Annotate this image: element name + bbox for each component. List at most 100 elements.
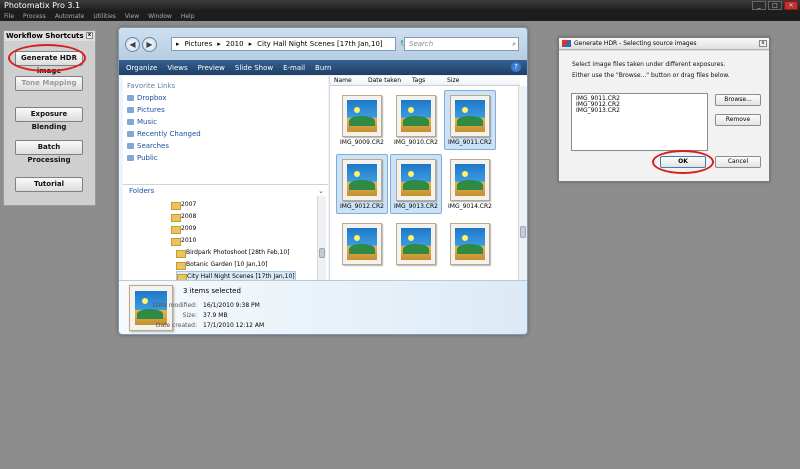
help-icon[interactable]: ? (511, 62, 521, 72)
close-icon[interactable]: x (86, 32, 93, 39)
link-dropbox[interactable]: Dropbox (123, 92, 328, 104)
hill-shape (457, 116, 483, 126)
image-preview (347, 164, 377, 196)
file-tile[interactable] (390, 218, 442, 278)
image-icon (396, 159, 436, 201)
image-icon (396, 95, 436, 137)
tone-mapping-button[interactable]: Tone Mapping (15, 76, 83, 91)
generate-hdr-button[interactable]: Generate HDR image (15, 51, 83, 75)
tree-scroll-thumb[interactable] (319, 248, 325, 258)
search-icon[interactable]: ⌕ (512, 38, 516, 50)
forward-icon[interactable]: ▶ (142, 37, 157, 52)
file-tile[interactable] (444, 218, 496, 278)
col-size[interactable]: Size (447, 76, 459, 86)
remove-button[interactable]: Remove (715, 114, 761, 126)
sun-shape (354, 235, 360, 241)
exposure-blending-button[interactable]: Exposure Blending (15, 107, 83, 131)
folder-2007[interactable]: 2007 (171, 200, 196, 210)
hill-shape (457, 244, 483, 254)
folders-header[interactable]: Folders ⌄ (123, 184, 328, 196)
preview-button[interactable]: Preview (198, 64, 225, 72)
search-input[interactable]: Search ⌕ (404, 37, 519, 51)
menu-utilities[interactable]: Utilities (93, 12, 116, 21)
file-tile[interactable]: IMG_9009.CR2 (336, 90, 388, 150)
date-created-label: Date created: (155, 322, 197, 329)
file-tile[interactable]: IMG_9012.CR2 (336, 154, 388, 214)
col-name[interactable]: Name (334, 76, 352, 86)
menu-window[interactable]: Window (148, 12, 172, 21)
maximize-icon[interactable]: □ (768, 1, 782, 10)
browse-button[interactable]: Browse... (715, 94, 761, 106)
hill-shape (403, 244, 429, 254)
files-scrollbar[interactable] (518, 86, 527, 280)
image-preview (401, 164, 431, 196)
file-name: IMG_9013.CR2 (394, 203, 438, 210)
close-icon[interactable]: x (759, 40, 767, 47)
slideshow-button[interactable]: Slide Show (235, 64, 273, 72)
breadcrumb-city-hall[interactable]: City Hall Night Scenes [17th Jan,10] (257, 38, 383, 50)
tree-scrollbar[interactable] (317, 196, 326, 280)
link-music[interactable]: Music (123, 116, 328, 128)
address-bar[interactable]: ▸ Pictures ▸ 2010 ▸ City Hall Night Scen… (171, 37, 396, 51)
back-icon[interactable]: ◀ (125, 37, 140, 52)
date-modified-label: Date modified: (152, 302, 197, 309)
breadcrumb-sep: ▸ (217, 40, 221, 48)
image-preview (455, 100, 485, 132)
photomatix-app: Photomatix Pro 3.1 _ □ ✕ File Process Au… (0, 0, 800, 469)
sun-shape (408, 171, 414, 177)
breadcrumb-pictures[interactable]: Pictures (185, 38, 213, 50)
selection-count: 3 items selected (183, 287, 241, 295)
file-tile[interactable]: IMG_9014.CR2 (444, 154, 496, 214)
ok-button[interactable]: OK (660, 156, 706, 168)
list-item[interactable]: IMG_9013.CR2 (576, 108, 703, 114)
window-controls: _ □ ✕ (752, 1, 798, 10)
menu-process[interactable]: Process (23, 12, 46, 21)
hill-shape (403, 116, 429, 126)
menu-file[interactable]: File (4, 12, 14, 21)
close-icon[interactable]: ✕ (784, 1, 798, 10)
navigation-pane: Favorite Links Dropbox Pictures Music Re… (123, 76, 328, 282)
link-recently-changed[interactable]: Recently Changed (123, 128, 328, 140)
sun-shape (462, 171, 468, 177)
file-tile[interactable]: IMG_9010.CR2 (390, 90, 442, 150)
dialog-titlebar: Generate HDR - Selecting source images x (559, 38, 769, 50)
cancel-button[interactable]: Cancel (715, 156, 761, 168)
organize-button[interactable]: Organize (126, 64, 157, 72)
file-tile[interactable] (336, 218, 388, 278)
batch-processing-button[interactable]: Batch Processing (15, 140, 83, 164)
email-button[interactable]: E-mail (283, 64, 305, 72)
menu-automate[interactable]: Automate (55, 12, 85, 21)
folder-2010[interactable]: 2010 (171, 236, 196, 246)
hill-shape (349, 244, 375, 254)
image-icon (450, 159, 490, 201)
link-pictures[interactable]: Pictures (123, 104, 328, 116)
folder-2009[interactable]: 2009 (171, 224, 196, 234)
image-icon (342, 95, 382, 137)
file-tile[interactable]: IMG_9013.CR2 (390, 154, 442, 214)
menu-view[interactable]: View (125, 12, 139, 21)
folder-botanic-garden[interactable]: Botanic Garden [10 Jan,10] (176, 260, 267, 270)
files-scroll-thumb[interactable] (520, 226, 526, 238)
burn-button[interactable]: Burn (315, 64, 331, 72)
folder-2008[interactable]: 2008 (171, 212, 196, 222)
image-preview (347, 228, 377, 260)
file-tile[interactable]: IMG_9011.CR2 (444, 90, 496, 150)
col-date-taken[interactable]: Date taken (368, 76, 401, 86)
app-titlebar: Photomatix Pro 3.1 _ □ ✕ (0, 0, 800, 12)
views-button[interactable]: Views (167, 64, 187, 72)
source-file-list[interactable]: IMG_9011.CR2 IMG_9012.CR2 IMG_9013.CR2 (571, 93, 708, 151)
folders-header-label: Folders (129, 187, 155, 195)
image-icon (342, 159, 382, 201)
link-public[interactable]: Public (123, 152, 328, 164)
minimize-icon[interactable]: _ (752, 1, 766, 10)
hill-shape (349, 180, 375, 190)
breadcrumb-2010[interactable]: 2010 (226, 38, 244, 50)
col-tags[interactable]: Tags (412, 76, 425, 86)
tutorial-button[interactable]: Tutorial (15, 177, 83, 192)
link-searches[interactable]: Searches (123, 140, 328, 152)
workflow-shortcuts-panel: Workflow Shortcuts x Generate HDR image … (3, 30, 96, 206)
favorite-links-header: Favorite Links (127, 82, 176, 90)
file-name: IMG_9009.CR2 (340, 139, 384, 146)
folder-birdpark[interactable]: Birdpark Photoshoot [28th Feb,10] (176, 248, 289, 258)
menu-help[interactable]: Help (181, 12, 195, 21)
